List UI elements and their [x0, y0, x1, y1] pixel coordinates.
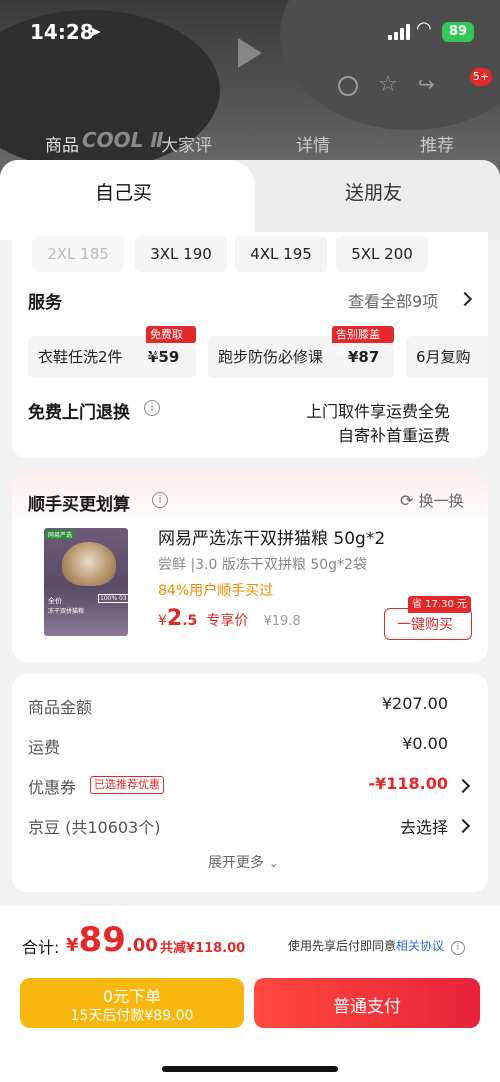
share-icon: ↪ — [418, 72, 435, 96]
expand-more-button[interactable]: 展开更多 ⌄ — [208, 852, 298, 874]
total-symbol: ¥ — [66, 935, 79, 956]
pay-later-button[interactable]: 0元下单 15天后付款¥89.00 — [20, 978, 244, 1028]
size-chip[interactable]: 5XL 200 — [336, 236, 428, 272]
info-icon[interactable]: i — [152, 492, 168, 508]
service-item[interactable]: 衣鞋任洗2件 ¥59 免费取送 — [28, 326, 196, 378]
jd-beans-select: 去选择 — [399, 818, 448, 837]
summary-row-value: ¥207.00 — [381, 694, 448, 713]
service-item[interactable]: 6月复购 — [406, 336, 488, 378]
addon-price: ¥2.5 专享价 ¥19.8 — [158, 606, 301, 631]
coupon-tag: 已选推荐优惠 — [90, 776, 164, 794]
package-brand: 网易严选 — [46, 530, 75, 539]
bg-tab-reviews: 大家评 — [161, 136, 212, 156]
addon-bought-stat: 84%用户顺手买过 — [158, 583, 274, 599]
addon-card: 顺手买更划算 i ⟳ 换一换 网易严选 全价 冻干双拼猫粮 100% 03 网易… — [12, 472, 488, 662]
one-click-buy-label: 一键购买 — [397, 617, 453, 633]
size-chip[interactable]: 2XL 185 — [32, 236, 124, 272]
summary-row-label: 京豆 (共10603个) — [28, 818, 161, 837]
service-item-name: 衣鞋任洗2件 — [38, 348, 123, 366]
bg-tab-details: 详情 — [296, 136, 330, 156]
services-title: 服务 — [28, 293, 62, 313]
tab-self-buy[interactable]: 自己买 — [0, 160, 255, 240]
price-int: 2 — [166, 606, 183, 631]
info-icon[interactable]: i — [144, 400, 160, 416]
product-image[interactable]: 网易严选 全价 冻干双拼猫粮 100% 03 — [40, 526, 132, 638]
expand-more-label: 展开更多 — [208, 855, 264, 871]
price-label: 专享价 — [206, 613, 249, 629]
services-view-all[interactable]: 查看全部9项 — [348, 288, 474, 311]
service-item-name: 跑步防伤必修课 — [218, 348, 324, 366]
checkout-footer: 合计: ¥89.00 共减¥118.00 使用先享后付即同意相关协议 i 0元下… — [0, 906, 500, 1082]
status-time: 14:28 — [30, 20, 94, 44]
cat-image — [62, 542, 116, 586]
battery-indicator: 89 — [442, 22, 474, 42]
home-indicator — [162, 1066, 338, 1072]
save-tag: 省 17.30 元 — [408, 596, 471, 613]
summary-row-value: ¥0.00 — [402, 734, 448, 753]
addon-product-desc: 尝鲜 |3.0 版冻干双拼粮 50g*2袋 — [158, 557, 367, 573]
tab-gift[interactable]: 送朋友 — [300, 160, 450, 240]
bg-tab-recommend: 推荐 — [420, 136, 454, 156]
chevron-right-icon — [457, 291, 473, 307]
package-text: 冻干双拼猫粮 — [48, 608, 85, 615]
star-icon: ☆ — [378, 72, 398, 97]
swap-button[interactable]: ⟳ 换一换 — [400, 490, 476, 512]
coupon-value: -¥118.00 — [368, 774, 448, 793]
size-chip[interactable]: 3XL 190 — [135, 236, 227, 272]
status-bar: 14:28 ➤ ◠ 89 — [0, 0, 500, 60]
service-item-tag: 告别膝盖痛 — [332, 326, 394, 358]
chevron-right-icon — [455, 818, 471, 834]
total-discount: 共减¥118.00 — [160, 941, 246, 956]
message-badge: 5+ — [470, 68, 492, 86]
price-symbol: ¥ — [158, 613, 167, 629]
swap-label: 换一换 — [418, 492, 464, 510]
package-text: 全价 — [48, 597, 62, 605]
addon-title: 顺手买更划算 — [28, 495, 130, 515]
pay-later-subtitle: 15天后付款¥89.00 — [70, 1008, 194, 1024]
wifi-icon: ◠ — [416, 18, 432, 39]
size-chip[interactable]: 4XL 195 — [235, 236, 327, 272]
agreement-text: 使用先享后付即同意相关协议 i — [288, 937, 465, 955]
service-item-name: 6月复购 — [416, 348, 471, 366]
services-view-all-label: 查看全部9项 — [348, 292, 439, 311]
package-badge: 100% 03 — [98, 594, 129, 603]
chevron-right-icon — [455, 778, 471, 794]
info-icon[interactable]: i — [450, 941, 465, 955]
regular-pay-label: 普通支付 — [333, 997, 401, 1017]
search-icon — [338, 76, 358, 96]
options-card: 2XL 185 3XL 190 4XL 195 5XL 200 服务 查看全部9… — [12, 232, 488, 458]
jd-beans-row[interactable]: 京豆 (共10603个) 去选择 — [12, 806, 488, 844]
service-item-tag: 免费取送 — [146, 326, 196, 358]
tab-self-buy-label: 自己买 — [95, 182, 153, 204]
refresh-icon: ⟳ — [400, 491, 414, 510]
chevron-down-icon: ⌄ — [269, 857, 279, 870]
sheet-tab-bar: 自己买 送朋友 ✕ — [0, 160, 500, 240]
location-arrow-icon: ➤ — [88, 22, 102, 41]
coupon-row[interactable]: 优惠券 已选推荐优惠 -¥118.00 — [12, 766, 488, 804]
returns-title: 免费上门退换 — [28, 403, 130, 423]
addon-product-name[interactable]: 网易严选冻干双拼猫粮 50g*2 — [158, 524, 385, 549]
regular-pay-button[interactable]: 普通支付 — [254, 978, 480, 1028]
total-label: 合计: — [22, 938, 60, 957]
summary-row-label: 商品金额 — [28, 698, 93, 717]
service-item[interactable]: 跑步防伤必修课 ¥87 告别膝盖痛 — [208, 326, 394, 378]
returns-line-2: 自寄补首重运费 — [337, 426, 450, 445]
price-dec: .5 — [182, 613, 198, 629]
price-summary-card: 商品金额 ¥207.00 运费 ¥0.00 优惠券 已选推荐优惠 -¥118.0… — [12, 674, 488, 892]
bg-tab-product: 商品 — [45, 136, 79, 156]
agreement-link[interactable]: 相关协议 — [396, 939, 444, 953]
summary-row-label: 运费 — [28, 738, 61, 757]
total-dec: .00 — [125, 935, 158, 956]
tab-gift-label: 送朋友 — [345, 182, 403, 204]
signal-icon — [388, 24, 412, 40]
pay-later-title: 0元下单 — [102, 987, 162, 1006]
returns-line-1: 上门取件享运费全免 — [305, 402, 450, 421]
total-int: 89 — [78, 920, 126, 960]
summary-row-label: 优惠券 — [28, 778, 77, 797]
agreement-prefix: 使用先享后付即同意 — [288, 939, 397, 953]
total-amount: ¥89.00 — [66, 920, 158, 960]
bg-watermark: COOL Ⅱ — [82, 128, 164, 152]
purchase-sheet: 自己买 送朋友 ✕ 2XL 185 3XL 190 4XL 195 5XL 20… — [0, 160, 500, 1082]
original-price: ¥19.8 — [263, 614, 301, 629]
